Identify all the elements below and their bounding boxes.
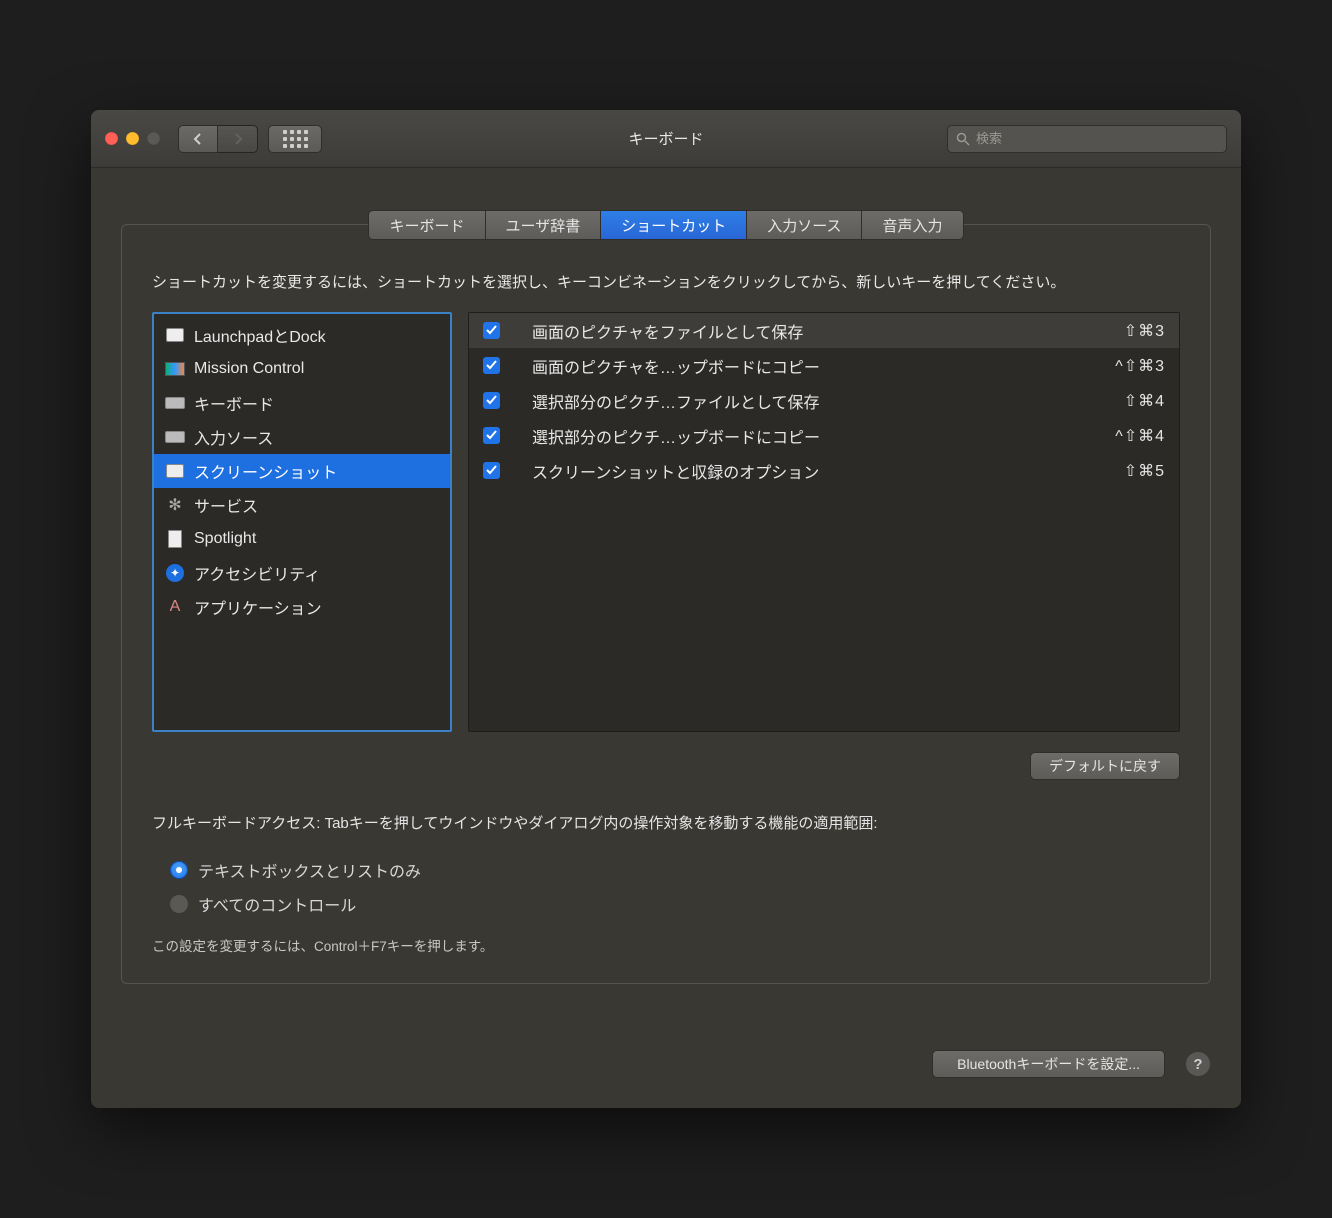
tab-bar: キーボード ユーザ辞書 ショートカット 入力ソース 音声入力	[121, 210, 1211, 240]
sidebar-item-label: サービス	[194, 493, 258, 517]
screenshot-icon	[164, 462, 186, 480]
shortcut-keys[interactable]: ⇧⌘5	[1124, 461, 1165, 481]
footer: Bluetoothキーボードを設定... ?	[91, 1024, 1241, 1108]
traffic-lights	[105, 132, 160, 145]
nav-group	[178, 125, 258, 153]
checkbox[interactable]	[483, 462, 500, 479]
search-icon	[956, 132, 970, 146]
sidebar-item-applications[interactable]: A アプリケーション	[154, 590, 450, 624]
tab-dictation[interactable]: 音声入力	[861, 210, 963, 240]
shortcut-label: 画面のピクチャを…ップボードにコピー	[514, 354, 1101, 378]
lists-container: LaunchpadとDock Mission Control キーボード 入力ソ…	[152, 312, 1180, 732]
hint-text: この設定を変更するには、Control＋F7キーを押します。	[152, 935, 1180, 955]
shortcut-row[interactable]: 画面のピクチャを…ップボードにコピー ^⇧⌘3	[469, 348, 1179, 383]
full-keyboard-radio-group: テキストボックスとリストのみ すべてのコントロール	[152, 853, 1180, 921]
shortcut-keys[interactable]: ⇧⌘3	[1124, 321, 1165, 341]
shortcut-row[interactable]: 選択部分のピクチ…ップボードにコピー ^⇧⌘4	[469, 418, 1179, 453]
shortcut-row[interactable]: スクリーンショットと収録のオプション ⇧⌘5	[469, 453, 1179, 488]
radio-text-boxes-only[interactable]: テキストボックスとリストのみ	[170, 853, 1180, 887]
shortcut-keys[interactable]: ^⇧⌘4	[1115, 426, 1165, 446]
sidebar-item-accessibility[interactable]: ✦ アクセシビリティ	[154, 556, 450, 590]
checkbox[interactable]	[483, 427, 500, 444]
radio-label: すべてのコントロール	[198, 892, 356, 916]
toolbar: キーボード	[91, 110, 1241, 168]
sidebar-item-screenshot[interactable]: スクリーンショット	[154, 454, 450, 488]
shortcut-label: スクリーンショットと収録のオプション	[514, 459, 1110, 483]
sidebar-item-label: Mission Control	[194, 360, 304, 378]
back-button[interactable]	[178, 125, 218, 153]
help-button[interactable]: ?	[1185, 1051, 1211, 1077]
grid-icon	[283, 130, 308, 148]
shortcut-group: ショートカットを変更するには、ショートカットを選択し、キーコンビネーションをクリ…	[121, 224, 1211, 984]
minimize-button[interactable]	[126, 132, 139, 145]
radio-label: テキストボックスとリストのみ	[198, 858, 421, 882]
shortcut-label: 選択部分のピクチ…ファイルとして保存	[514, 389, 1110, 413]
mission-control-icon	[164, 360, 186, 378]
sidebar-item-label: LaunchpadとDock	[194, 323, 326, 347]
shortcut-list[interactable]: 画面のピクチャをファイルとして保存 ⇧⌘3 画面のピクチャを…ップボードにコピー…	[468, 312, 1180, 732]
gear-icon: ✻	[164, 496, 186, 514]
sidebar-item-mission-control[interactable]: Mission Control	[154, 352, 450, 386]
sidebar-item-label: 入力ソース	[194, 425, 273, 449]
tab-keyboard[interactable]: キーボード	[368, 210, 484, 240]
instruction-text: ショートカットを変更するには、ショートカットを選択し、キーコンビネーションをクリ…	[152, 269, 1180, 296]
shortcut-keys[interactable]: ⇧⌘4	[1124, 391, 1165, 411]
app-icon: A	[164, 598, 186, 616]
forward-button	[218, 125, 258, 153]
sidebar-item-label: アクセシビリティ	[194, 561, 320, 585]
radio-button[interactable]	[170, 895, 188, 913]
category-list[interactable]: LaunchpadとDock Mission Control キーボード 入力ソ…	[152, 312, 452, 732]
tab-user-dict[interactable]: ユーザ辞書	[485, 210, 601, 240]
keyboard-icon	[164, 428, 186, 446]
sidebar-item-label: キーボード	[194, 391, 274, 415]
search-input[interactable]	[976, 131, 1218, 146]
search-field[interactable]	[947, 125, 1227, 153]
checkbox[interactable]	[483, 322, 500, 339]
launchpad-icon	[164, 326, 186, 344]
sidebar-item-label: アプリケーション	[194, 595, 322, 619]
shortcut-keys[interactable]: ^⇧⌘3	[1115, 356, 1165, 376]
sidebar-item-services[interactable]: ✻ サービス	[154, 488, 450, 522]
tab-shortcuts[interactable]: ショートカット	[600, 210, 746, 240]
sidebar-item-spotlight[interactable]: Spotlight	[154, 522, 450, 556]
shortcut-label: 画面のピクチャをファイルとして保存	[514, 319, 1110, 343]
close-button[interactable]	[105, 132, 118, 145]
tab-input-src[interactable]: 入力ソース	[746, 210, 861, 240]
accessibility-icon: ✦	[164, 564, 186, 582]
radio-all-controls[interactable]: すべてのコントロール	[170, 887, 1180, 921]
shortcut-row[interactable]: 画面のピクチャをファイルとして保存 ⇧⌘3	[469, 313, 1179, 348]
show-all-button[interactable]	[268, 125, 322, 153]
doc-icon	[164, 530, 186, 548]
shortcut-row[interactable]: 選択部分のピクチ…ファイルとして保存 ⇧⌘4	[469, 383, 1179, 418]
preferences-window: キーボード キーボード ユーザ辞書 ショートカット 入力ソース 音声入力 ショー…	[91, 110, 1241, 1108]
sidebar-item-keyboard[interactable]: キーボード	[154, 386, 450, 420]
checkbox[interactable]	[483, 357, 500, 374]
checkbox[interactable]	[483, 392, 500, 409]
keyboard-icon	[164, 394, 186, 412]
sidebar-item-label: Spotlight	[194, 530, 256, 548]
sidebar-item-input-sources[interactable]: 入力ソース	[154, 420, 450, 454]
zoom-button-disabled	[147, 132, 160, 145]
full-keyboard-description: フルキーボードアクセス: Tabキーを押してウインドウやダイアログ内の操作対象を…	[152, 810, 1180, 837]
shortcut-label: 選択部分のピクチ…ップボードにコピー	[514, 424, 1101, 448]
sidebar-item-label: スクリーンショット	[194, 459, 337, 483]
sidebar-item-launchpad[interactable]: LaunchpadとDock	[154, 318, 450, 352]
restore-defaults-button[interactable]: デフォルトに戻す	[1030, 752, 1180, 780]
radio-button[interactable]	[170, 861, 188, 879]
body: キーボード ユーザ辞書 ショートカット 入力ソース 音声入力 ショートカットを変…	[91, 168, 1241, 1024]
bluetooth-keyboard-button[interactable]: Bluetoothキーボードを設定...	[932, 1050, 1165, 1078]
